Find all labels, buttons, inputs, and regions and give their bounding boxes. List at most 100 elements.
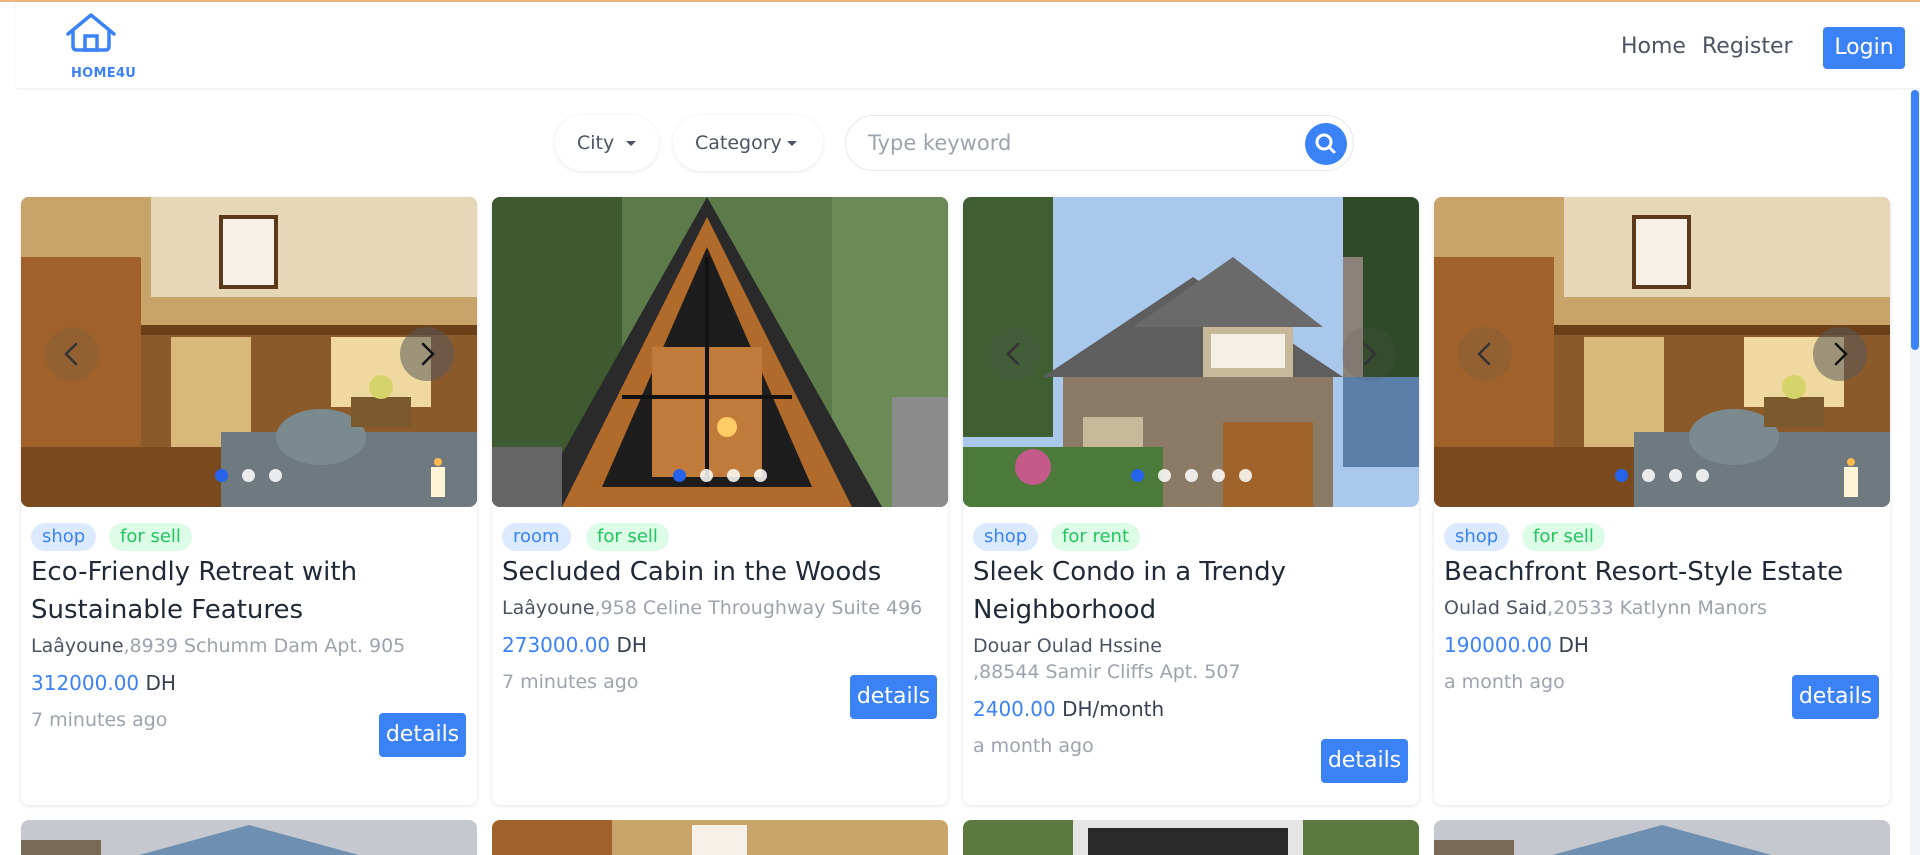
price-value: 2400.00 xyxy=(973,697,1056,721)
listing-photo-carousel xyxy=(492,197,948,507)
price-currency: DH xyxy=(145,671,176,695)
carousel-dot[interactable] xyxy=(673,469,686,482)
carousel-dot[interactable] xyxy=(1185,469,1198,482)
carousel-dot[interactable] xyxy=(1131,469,1144,482)
listing-photo-carousel xyxy=(1434,197,1890,507)
carousel-prev-button[interactable] xyxy=(45,327,99,381)
deal-type-badge: for sell xyxy=(109,523,192,551)
chevron-right-icon xyxy=(1834,342,1848,366)
chevron-down-icon xyxy=(626,141,636,146)
listing-address: Laâyoune,8939 Schumm Dam Apt. 905 xyxy=(31,633,405,659)
category-dropdown[interactable]: Category xyxy=(673,115,823,171)
carousel-dot[interactable] xyxy=(700,469,713,482)
carousel-dot[interactable] xyxy=(215,469,228,482)
listing-card-preview xyxy=(963,820,1419,855)
listing-card: room for sell Secluded Cabin in the Wood… xyxy=(492,197,948,805)
carousel-dot[interactable] xyxy=(1158,469,1171,482)
property-type-badge: shop xyxy=(31,523,97,551)
listing-price: 312000.00 DH xyxy=(31,671,176,695)
listing-card: shop for sell Beachfront Resort-Style Es… xyxy=(1434,197,1890,805)
listing-street: ,20533 Katlynn Manors xyxy=(1547,597,1767,619)
listing-card: shop for rent Sleek Condo in a Trendy Ne… xyxy=(963,197,1419,805)
chevron-left-icon xyxy=(64,342,78,366)
listing-address: Oulad Said,20533 Katlynn Manors xyxy=(1444,595,1767,621)
listing-city: Laâyoune xyxy=(502,597,595,619)
search-icon xyxy=(1315,133,1336,154)
carousel-prev-button[interactable] xyxy=(1458,327,1512,381)
listing-price: 2400.00 DH/month xyxy=(973,697,1164,721)
details-button[interactable]: details xyxy=(1321,739,1408,783)
listing-time: 7 minutes ago xyxy=(502,671,639,693)
nav-home-link[interactable]: Home xyxy=(1621,34,1686,59)
carousel-next-button[interactable] xyxy=(1342,327,1396,381)
details-button[interactable]: details xyxy=(850,675,937,719)
carousel-indicators xyxy=(492,469,948,483)
carousel-dot[interactable] xyxy=(1615,469,1628,482)
house-icon xyxy=(66,13,116,52)
chevron-down-icon xyxy=(787,141,797,146)
chevron-left-icon xyxy=(1006,342,1020,366)
listing-city: Laâyoune xyxy=(31,635,124,657)
scrollbar-thumb[interactable] xyxy=(1911,90,1919,350)
listing-address: Douar Oulad Hssine ,88544 Samir Cliffs Ap… xyxy=(973,633,1241,685)
listing-title[interactable]: Beachfront Resort-Style Estate xyxy=(1444,553,1874,591)
brand-logo[interactable]: HOME4U xyxy=(44,12,137,81)
listing-title[interactable]: Secluded Cabin in the Woods xyxy=(502,553,932,591)
property-type-badge: shop xyxy=(1444,523,1510,551)
search-button[interactable] xyxy=(1305,123,1347,165)
carousel-indicators xyxy=(963,469,1419,483)
listing-title[interactable]: Sleek Condo in a Trendy Neighborhood xyxy=(973,553,1403,629)
property-type-badge: room xyxy=(502,523,571,551)
listing-card-preview xyxy=(1434,820,1890,855)
chevron-right-icon xyxy=(421,342,435,366)
details-button[interactable]: details xyxy=(379,713,466,757)
carousel-dot[interactable] xyxy=(269,469,282,482)
price-currency: DH xyxy=(1558,633,1589,657)
login-button[interactable]: Login xyxy=(1823,27,1905,69)
listing-photo xyxy=(492,197,948,507)
listing-title[interactable]: Eco-Friendly Retreat with Sustainable Fe… xyxy=(31,553,461,629)
listing-photo xyxy=(1434,820,1890,855)
details-button[interactable]: details xyxy=(1792,675,1879,719)
carousel-dot[interactable] xyxy=(754,469,767,482)
carousel-dot[interactable] xyxy=(1212,469,1225,482)
deal-type-badge: for rent xyxy=(1051,523,1141,551)
listing-city: Douar Oulad Hssine xyxy=(973,635,1162,657)
carousel-dot[interactable] xyxy=(727,469,740,482)
price-value: 273000.00 xyxy=(502,633,611,657)
city-dropdown-label: City xyxy=(577,132,615,154)
nav-register-link[interactable]: Register xyxy=(1702,34,1793,59)
listing-street: ,8939 Schumm Dam Apt. 905 xyxy=(123,635,406,657)
navbar: HOME4U Home Register Login xyxy=(16,2,1920,88)
listing-photo xyxy=(963,820,1419,855)
listing-time: a month ago xyxy=(973,735,1094,757)
carousel-next-button[interactable] xyxy=(400,327,454,381)
listing-photo xyxy=(492,820,948,855)
listing-card-preview xyxy=(492,820,948,855)
carousel-dot[interactable] xyxy=(1669,469,1682,482)
carousel-dot[interactable] xyxy=(1696,469,1709,482)
listing-price: 273000.00 DH xyxy=(502,633,647,657)
carousel-next-button[interactable] xyxy=(1813,327,1867,381)
listing-street: ,958 Celine Throughway Suite 496 xyxy=(594,597,923,619)
city-dropdown[interactable]: City xyxy=(555,115,659,171)
carousel-dot[interactable] xyxy=(1642,469,1655,482)
carousel-dot[interactable] xyxy=(1239,469,1252,482)
price-currency: DH xyxy=(1062,697,1093,721)
carousel-indicators xyxy=(21,469,477,483)
search-bar xyxy=(845,115,1354,171)
chevron-left-icon xyxy=(1477,342,1491,366)
carousel-indicators xyxy=(1434,469,1890,483)
price-value: 190000.00 xyxy=(1444,633,1553,657)
brand-name: HOME4U xyxy=(71,66,137,81)
listing-time: a month ago xyxy=(1444,671,1565,693)
listing-card: shop for sell Eco-Friendly Retreat with … xyxy=(21,197,477,805)
listing-card-preview xyxy=(21,820,477,855)
deal-type-badge: for sell xyxy=(1522,523,1605,551)
deal-type-badge: for sell xyxy=(586,523,669,551)
category-dropdown-label: Category xyxy=(695,132,782,154)
listing-price: 190000.00 DH xyxy=(1444,633,1589,657)
search-input[interactable] xyxy=(868,126,1288,160)
carousel-dot[interactable] xyxy=(242,469,255,482)
carousel-prev-button[interactable] xyxy=(987,327,1041,381)
